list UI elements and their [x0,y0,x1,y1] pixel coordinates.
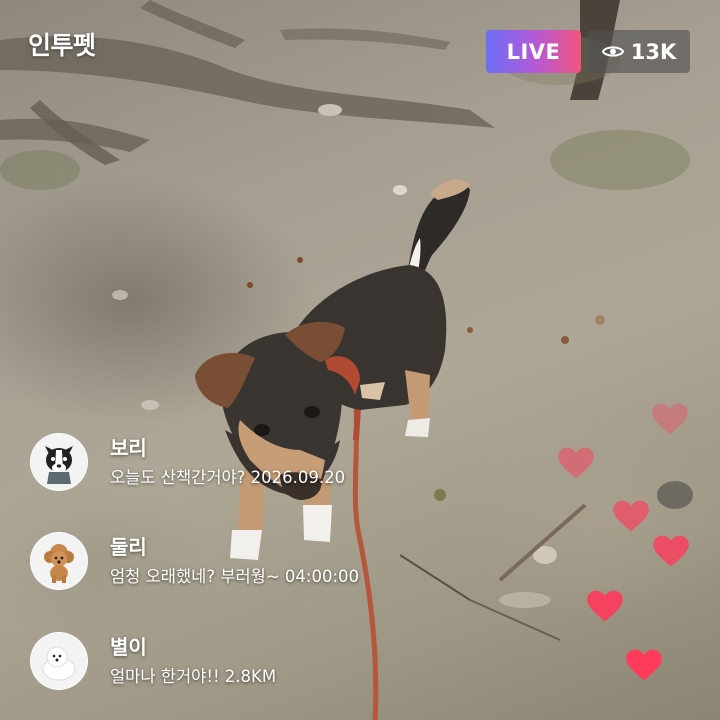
heart-icon [653,535,689,567]
chat-message: 엄청 오래했네? 부러웡~ 04:00:00 [110,567,360,586]
border-collie-avatar[interactable] [30,433,88,491]
white-dog-avatar[interactable] [30,632,88,690]
chat-message: 얼마나 한거야!! 2.8KM [110,667,277,686]
app-logo: 인투펫 [28,31,96,60]
chat-item-dulli: 둘리 엄청 오래했네? 부러웡~ 04:00:00 [30,532,359,590]
chat-item-bori: 보리 오늘도 산책간거야? 2026.09.20 [30,433,345,491]
chat-message: 오늘도 산책간거야? 2026.09.20 [110,468,346,487]
live-badge: LIVE [486,30,581,73]
heart-icon [587,590,623,622]
viewer-count: 13K [630,39,677,64]
chat-username[interactable]: 둘리 [110,534,359,560]
live-stream-view: 인투펫 LIVE 13K 보리 오늘도 산책간거야? 2026.09.20 둘리… [0,0,720,720]
chat-username[interactable]: 별이 [110,634,276,660]
heart-icon [626,649,662,681]
heart-icon [613,500,649,532]
poodle-avatar[interactable] [30,532,88,590]
eye-icon [601,46,624,57]
chat-username[interactable]: 보리 [110,435,345,461]
heart-icon [652,403,688,435]
viewer-count-badge: 13K [588,30,690,73]
heart-icon [558,447,594,479]
chat-item-byeoli: 별이 얼마나 한거야!! 2.8KM [30,632,276,690]
